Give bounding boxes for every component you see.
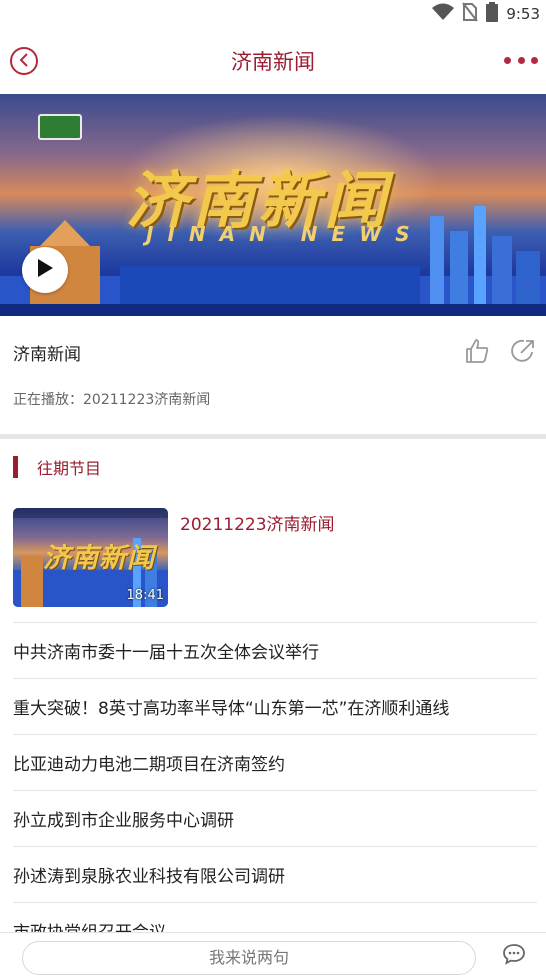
thumbnail-title: 济南新闻	[43, 543, 155, 574]
episode-duration: 18:41	[126, 588, 164, 603]
section-divider	[0, 434, 546, 439]
thumbs-up-icon[interactable]	[464, 338, 490, 368]
more-dot-1	[504, 56, 511, 64]
comment-bubble-icon[interactable]	[502, 943, 526, 969]
comment-bar: 我来说两句	[0, 932, 546, 978]
play-button[interactable]	[22, 247, 68, 293]
comment-input[interactable]: 我来说两句	[22, 941, 476, 975]
section-header: 往期节目	[13, 455, 101, 479]
more-dot-3	[531, 56, 538, 64]
channel-logo	[38, 114, 82, 140]
status-time: 9:53	[506, 5, 540, 23]
program-info: 济南新闻 正在播放：20211223济南新闻	[0, 316, 546, 434]
list-item[interactable]: 孙述涛到泉脉农业科技有限公司调研	[13, 846, 537, 902]
banner-subtitle: JINAN NEWS	[146, 222, 424, 246]
page-title: 济南新闻	[231, 50, 315, 74]
more-button[interactable]	[504, 52, 538, 68]
app-bar: 济南新闻	[0, 28, 546, 94]
battery-icon	[486, 2, 499, 26]
list-item[interactable]: 孙立成到市企业服务中心调研	[13, 790, 537, 846]
news-list: 中共济南市委十一届十五次全体会议举行 重大突破！8英寸高功率半导体“山东第一芯”…	[13, 622, 537, 958]
more-dot-2	[517, 56, 525, 64]
wifi-icon	[432, 3, 455, 25]
episode-thumbnail[interactable]: 济南新闻 18:41	[13, 508, 168, 607]
list-item[interactable]: 重大突破！8英寸高功率半导体“山东第一芯”在济顺利通线	[13, 678, 537, 734]
now-playing-text: 正在播放：20211223济南新闻	[13, 392, 211, 408]
list-item[interactable]: 中共济南市委十一届十五次全体会议举行	[13, 622, 537, 678]
program-name: 济南新闻	[13, 345, 81, 365]
share-icon[interactable]	[510, 338, 536, 368]
section-title: 往期节目	[37, 459, 102, 478]
section-accent-bar	[13, 456, 18, 478]
video-player[interactable]: 济南新闻 JINAN NEWS	[0, 94, 546, 316]
status-bar: 9:53	[0, 0, 546, 28]
list-item[interactable]: 比亚迪动力电池二期项目在济南签约	[13, 734, 537, 790]
episode-title[interactable]: 20211223济南新闻	[180, 510, 335, 535]
no-sim-icon	[462, 2, 479, 26]
play-icon	[36, 258, 54, 282]
episode-item[interactable]: 济南新闻 18:41 20211223济南新闻	[13, 508, 533, 608]
